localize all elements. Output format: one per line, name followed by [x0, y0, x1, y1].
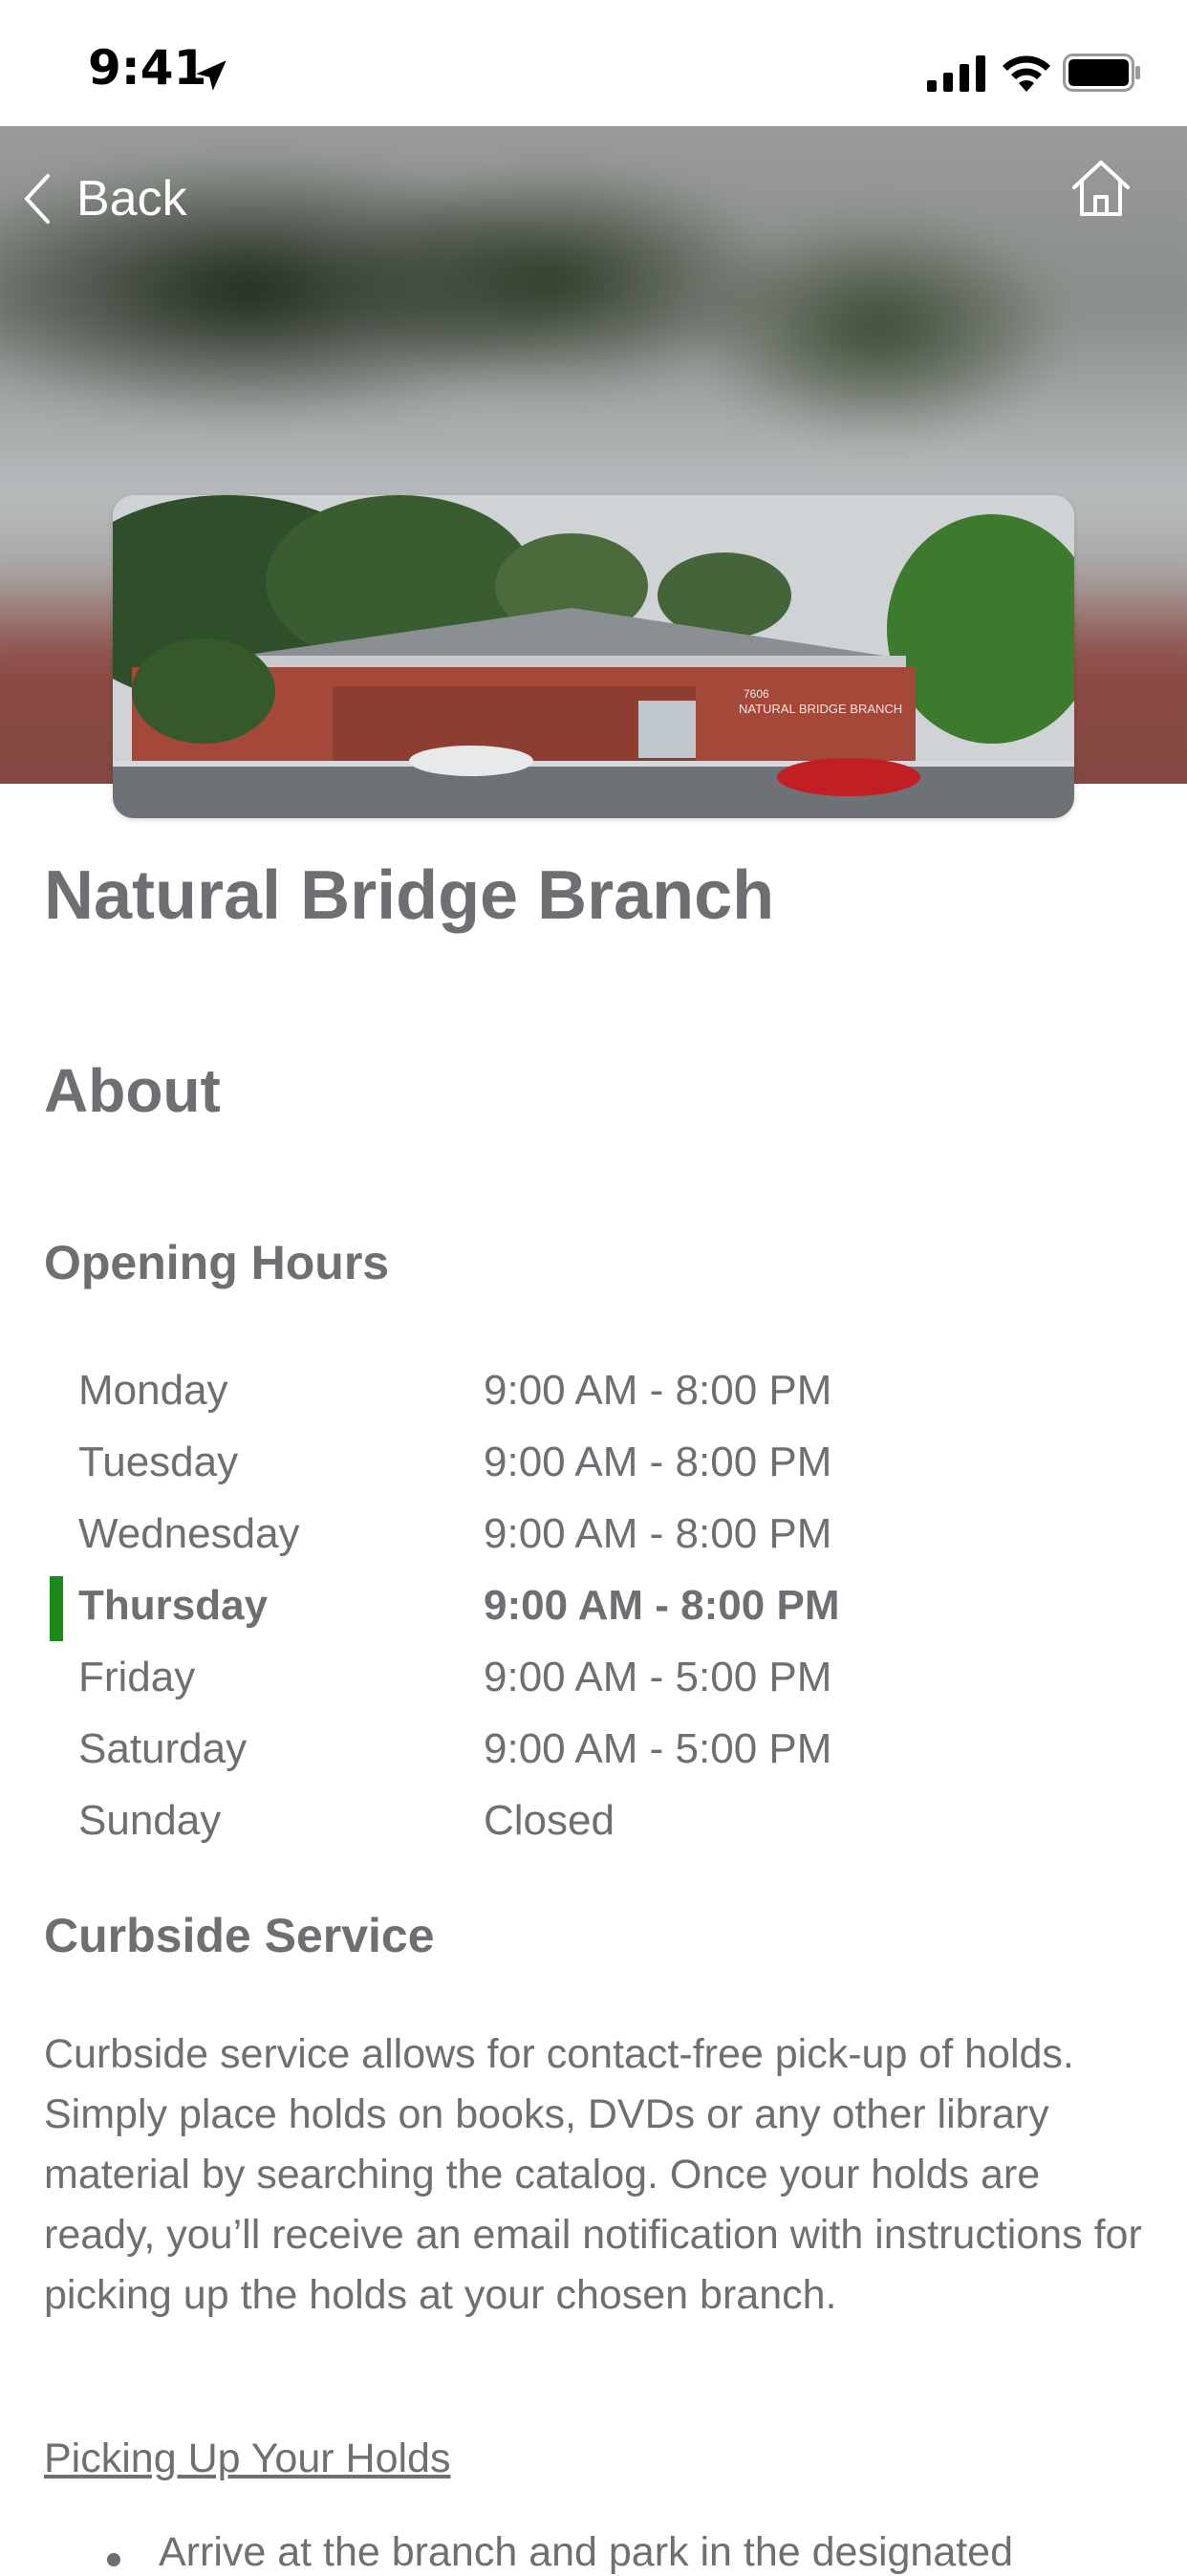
- about-heading: About: [44, 1056, 221, 1125]
- hours-row: Saturday 9:00 AM - 5:00 PM: [0, 1718, 1187, 1789]
- hours-time: 9:00 AM - 8:00 PM: [484, 1367, 832, 1414]
- building-number-sign: 7606: [744, 687, 769, 701]
- hours-time: 9:00 AM - 8:00 PM: [484, 1439, 832, 1485]
- hours-time: Closed: [484, 1797, 615, 1844]
- curbside-service-heading: Curbside Service: [44, 1909, 435, 1962]
- hours-day: Tuesday: [78, 1439, 239, 1485]
- hours-row: Tuesday 9:00 AM - 8:00 PM: [0, 1431, 1187, 1503]
- hours-row: Wednesday 9:00 AM - 8:00 PM: [0, 1503, 1187, 1574]
- hours-day: Monday: [78, 1367, 228, 1414]
- location-arrow-icon: [196, 60, 227, 91]
- cellular-signal-icon: [927, 55, 985, 92]
- hours-time: 9:00 AM - 5:00 PM: [484, 1654, 832, 1700]
- hours-day: Saturday: [78, 1725, 248, 1772]
- hours-row: Monday 9:00 AM - 8:00 PM: [0, 1359, 1187, 1431]
- bullet-icon: [107, 2553, 120, 2566]
- curbside-service-description: Curbside service allows for contact-free…: [44, 2031, 1142, 2318]
- hours-row: Friday 9:00 AM - 5:00 PM: [0, 1646, 1187, 1718]
- back-button[interactable]: Back: [21, 161, 187, 237]
- status-bar: 9:41: [0, 0, 1187, 126]
- hours-day: Thursday: [78, 1582, 269, 1629]
- hours-day: Wednesday: [78, 1510, 300, 1557]
- home-icon[interactable]: [1067, 155, 1135, 224]
- today-indicator: [50, 1576, 63, 1641]
- chevron-left-icon: [25, 174, 50, 224]
- page-title: Natural Bridge Branch: [44, 857, 775, 934]
- hours-time: 9:00 AM - 5:00 PM: [484, 1725, 832, 1772]
- status-time: 9:41: [88, 40, 207, 96]
- hours-time: 9:00 AM - 8:00 PM: [484, 1510, 832, 1557]
- hours-row: Sunday Closed: [0, 1789, 1187, 1861]
- hours-time: 9:00 AM - 8:00 PM: [484, 1582, 840, 1629]
- branch-photo: 7606 NATURAL BRIDGE BRANCH: [113, 495, 1074, 818]
- hours-day: Friday: [78, 1654, 196, 1700]
- opening-hours-heading: Opening Hours: [44, 1236, 390, 1289]
- building-name-sign: NATURAL BRIDGE BRANCH: [739, 702, 902, 716]
- wifi-icon: [1003, 55, 1050, 92]
- hours-day: Sunday: [78, 1797, 222, 1844]
- back-button-label: Back: [76, 171, 187, 227]
- picking-up-holds-link[interactable]: Picking Up Your Holds: [44, 2435, 450, 2482]
- battery-icon: [1063, 54, 1140, 92]
- hours-row-today: Thursday 9:00 AM - 8:00 PM: [0, 1574, 1187, 1646]
